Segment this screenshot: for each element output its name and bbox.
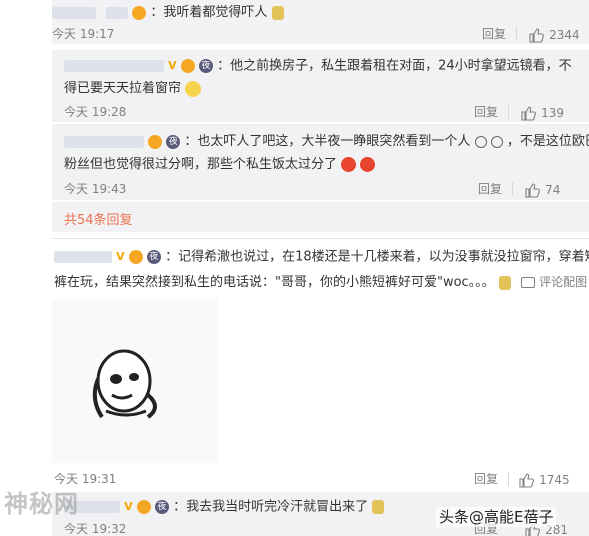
night-badge-icon: 夜 [154,500,169,514]
like-button[interactable]: 1745 [518,469,570,488]
divider [508,105,509,119]
review-image-link[interactable]: 评论配图 [539,275,587,289]
image-icon[interactable] [520,277,535,288]
username-blurred[interactable] [64,60,164,72]
watermark-left: 神秘网 [4,490,79,518]
username-blurred[interactable] [52,6,96,19]
like-count: 1745 [539,473,570,487]
watermark-right: 头条@高能E蓓子 [436,506,557,527]
emoji-icon [474,135,487,148]
reply-button[interactable]: 回复 [478,180,502,197]
comment-image[interactable] [52,299,218,463]
more-replies-box: 共54条回复 [52,202,589,232]
comment-text: ：我去我当时听完冷汗就冒出来了 [173,499,369,515]
emoji-icon [185,80,202,97]
like-button[interactable]: 2344 [528,24,580,43]
username-blurred[interactable] [64,135,144,148]
thumbs-up-icon [525,182,540,198]
vip-badge-icon [132,5,147,20]
verified-v-icon: V [168,59,177,72]
comment-time: 今天 19:28 [64,105,127,119]
like-button[interactable]: 74 [524,179,560,198]
comment-text-line2: 粉丝但也觉得很过分啊，那些个私生饭太过分了 [64,157,338,172]
reply-button[interactable]: 回复 [474,470,498,487]
like-count: 2344 [549,28,580,42]
emoji-icon [360,157,376,172]
meme-face-image [92,349,157,419]
vip-badge-icon [128,250,143,264]
comment-text-line1: ：也太吓人了吧这，大半夜一睁眼突然看到一个人 [184,134,471,149]
vip-badge-icon [136,500,151,514]
like-button[interactable]: 139 [520,102,564,121]
comment-text-line2: 裤在玩，结果突然接到私生的电话说："哥哥，你的小熊短裤好可爱"woc。。。 [54,275,495,290]
verified-v-icon: V [124,500,133,513]
comment-text-line1b: ，不是这位欧巴 [506,134,589,149]
emoji-icon [341,157,357,172]
comment-text: ：我听着都觉得吓人 [150,5,268,20]
reply-comment-2: V 夜 ：他之前换房子，私生跟着租在对面，24小时拿望远镜看，不 得已要天天拉着… [52,50,589,122]
divider [508,472,509,486]
night-badge-icon: 夜 [146,250,161,264]
reply-comment-1: ：我听着都觉得吓人 今天 19:17 回复 2344 [52,0,589,44]
comment-time: 今天 19:43 [64,182,127,196]
thumbs-up-icon [529,27,544,43]
night-badge-icon: 夜 [198,59,213,73]
comment-text-line1: ：记得希澈也说过，在18楼还是十几楼来着，以为没事就没拉窗帘，穿着短 [165,249,589,265]
vip-badge-icon [180,59,195,73]
night-badge-icon: 夜 [166,134,181,149]
emoji-icon [271,5,284,20]
reply-button[interactable]: 回复 [482,25,506,42]
section-divider [52,238,589,239]
like-count: 139 [541,106,564,120]
more-replies-link[interactable]: 共54条回复 [64,209,133,228]
reply-comment-3: 夜 ：也太吓人了吧这，大半夜一睁眼突然看到一个人 ，不是这位欧巴 粉丝但也觉得很… [52,124,589,200]
thumbs-up-icon [519,472,534,488]
vip-badge-icon [148,134,163,149]
username-blurred[interactable] [54,251,112,263]
thumbs-up-icon [521,105,536,121]
emoji-icon [490,135,503,148]
emoji-icon [498,275,511,290]
comment-time: 今天 19:17 [52,27,115,41]
comment-time: 今天 19:32 [64,522,127,536]
like-count: 74 [545,183,561,197]
divider [512,182,513,196]
reply-button[interactable]: 回复 [474,103,498,120]
divider [516,27,517,41]
username-blurred[interactable] [106,6,129,19]
comment-text-line2: 得已要天天拉着窗帘 [64,81,182,96]
emoji-icon [372,500,385,514]
comment-text-line1: ：他之前换房子，私生跟着租在对面，24小时拿望远镜看，不 [217,58,572,74]
verified-v-icon: V [116,250,125,263]
